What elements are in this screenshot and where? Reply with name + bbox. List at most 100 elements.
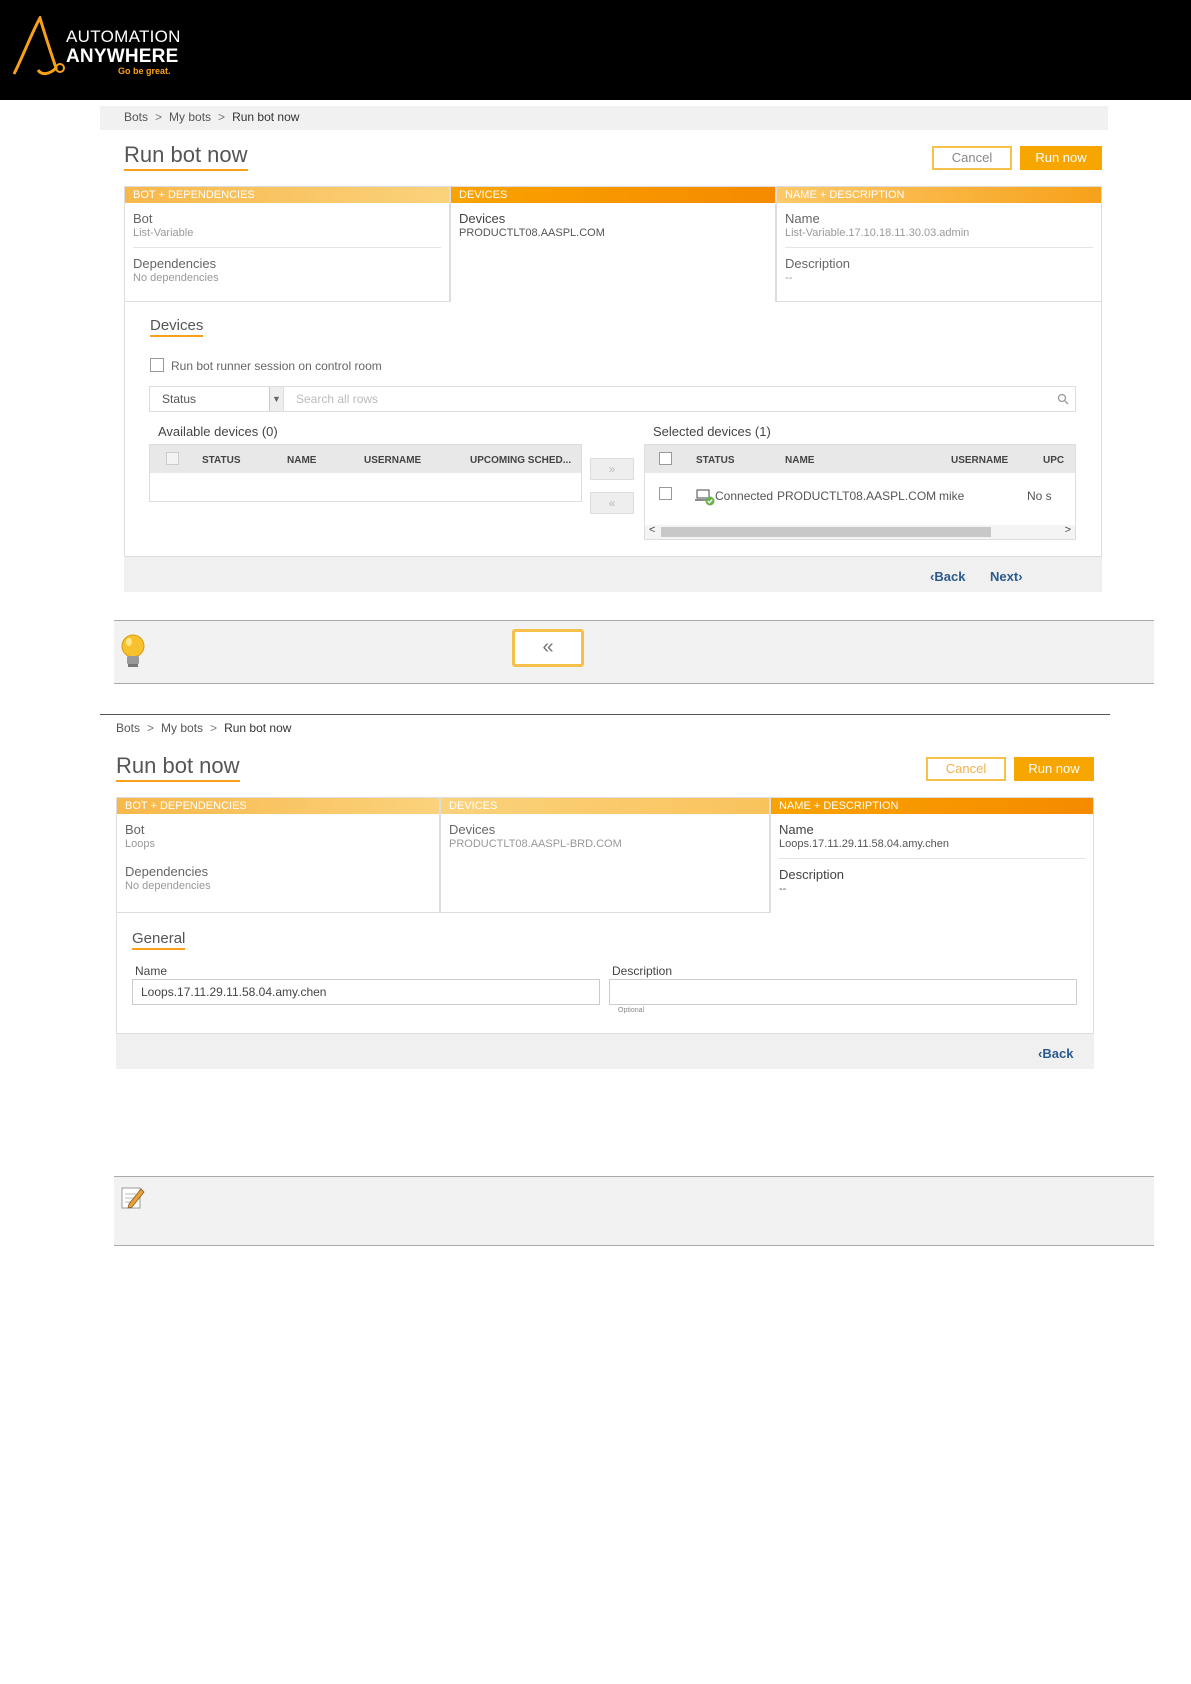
horizontal-scrollbar[interactable]: < > — [645, 524, 1075, 539]
select-all-available-checkbox[interactable] — [166, 452, 179, 465]
note-pencil-icon — [121, 1187, 145, 1209]
scroll-left-icon[interactable]: < — [649, 524, 655, 536]
col-upcoming-schedule[interactable]: UPCOMING SCHED... — [470, 455, 571, 466]
page-title: Run bot now — [116, 753, 240, 782]
row-name: PRODUCTLT08.AASPL.COM — [777, 489, 937, 503]
run-now-button[interactable]: Run now — [1020, 146, 1102, 170]
page-title: Run bot now — [124, 142, 248, 171]
col-username[interactable]: USERNAME — [364, 455, 421, 466]
scroll-right-icon[interactable]: > — [1065, 524, 1071, 536]
select-all-selected-checkbox[interactable] — [659, 452, 672, 465]
tip-box: « — [114, 620, 1154, 684]
devices-label: Devices — [459, 211, 506, 226]
bot-label: Bot — [125, 822, 145, 837]
name-label: Name — [785, 211, 820, 226]
status-filter-select[interactable]: Status ▼ — [150, 387, 284, 411]
description-value: -- — [785, 272, 793, 284]
run-bot-devices-screenshot: Bots > My bots > Run bot now Run bot now Can… — [100, 106, 1108, 596]
step-name-description[interactable]: NAME + DESCRIPTION Name List-Variable.17… — [776, 186, 1102, 302]
note-box — [114, 1176, 1154, 1246]
search-icon[interactable] — [1057, 393, 1069, 405]
row-username: mike — [939, 489, 965, 503]
row-checkbox[interactable] — [659, 487, 672, 500]
table-row[interactable]: Connected PRODUCTLT08.AASPL.COM mike No … — [645, 473, 1075, 523]
table-header: STATUS NAME USERNAME UPCOMING SCHED... — [150, 445, 581, 473]
description-field-label: Description — [612, 964, 673, 978]
move-left-button[interactable]: « — [590, 492, 634, 514]
run-bot-general-screenshot: Bots > My bots > Run bot now Run bot now Can… — [100, 714, 1110, 1074]
col-status[interactable]: STATUS — [202, 455, 241, 466]
name-label: Name — [779, 822, 814, 837]
col-name[interactable]: NAME — [785, 455, 814, 466]
section-title: Devices — [150, 316, 204, 337]
step-devices[interactable]: DEVICES Devices PRODUCTLT08.AASPL.COM — [450, 186, 776, 302]
wizard-footer: ‹Back — [116, 1033, 1094, 1069]
connected-laptop-icon — [695, 489, 715, 506]
step-bot-dependencies[interactable]: BOT + DEPENDENCIES Bot Loops Dependencie… — [116, 797, 440, 913]
step-name-description[interactable]: NAME + DESCRIPTION Name Loops.17.11.29.1… — [770, 797, 1094, 913]
device-filter-bar: Status ▼ Search all rows — [149, 386, 1076, 412]
breadcrumb-current: Run bot now — [224, 721, 292, 735]
scrollbar-thumb[interactable] — [661, 527, 991, 537]
name-field[interactable]: Loops.17.11.29.11.58.04.amy.chen — [132, 979, 600, 1005]
step-header: BOT + DEPENDENCIES — [125, 187, 449, 203]
available-devices-table: STATUS NAME USERNAME UPCOMING SCHED... — [149, 444, 582, 502]
available-devices-title: Available devices (0) — [158, 424, 278, 439]
description-value: -- — [779, 883, 787, 895]
description-field[interactable] — [609, 979, 1077, 1005]
table-header: STATUS NAME USERNAME UPC — [645, 445, 1075, 473]
bot-value: Loops — [125, 838, 155, 850]
name-value: Loops.17.11.29.11.58.04.amy.chen — [779, 838, 950, 850]
description-label: Description — [779, 867, 845, 882]
run-session-checkbox[interactable] — [150, 358, 164, 372]
status-filter-value: Status — [162, 392, 197, 406]
logo-a-icon — [12, 16, 65, 76]
col-status[interactable]: STATUS — [696, 455, 735, 466]
breadcrumb-current: Run bot now — [232, 110, 300, 124]
brand-tagline: Go be great. — [118, 66, 171, 76]
devices-value: PRODUCTLT08.AASPL.COM — [459, 227, 605, 239]
row-status: Connected — [715, 489, 774, 503]
row-upcoming: No s — [1027, 489, 1052, 503]
step-header: BOT + DEPENDENCIES — [117, 798, 439, 814]
step-bot-dependencies[interactable]: BOT + DEPENDENCIES Bot List-Variable Dep… — [124, 186, 450, 302]
lightbulb-icon — [121, 634, 145, 667]
dependencies-label: Dependencies — [125, 864, 209, 879]
description-label: Description — [785, 256, 851, 271]
cancel-button[interactable]: Cancel — [926, 757, 1006, 781]
breadcrumb: Bots > My bots > Run bot now — [100, 106, 1108, 130]
back-link[interactable]: ‹Back — [930, 569, 965, 584]
search-input[interactable]: Search all rows — [296, 392, 378, 406]
selected-devices-title: Selected devices (1) — [653, 424, 771, 439]
wizard-footer: ‹Back Next› — [124, 556, 1102, 592]
dependencies-value: No dependencies — [133, 272, 219, 284]
breadcrumb-bots[interactable]: Bots — [116, 721, 140, 735]
breadcrumb-my-bots[interactable]: My bots — [161, 721, 203, 735]
automation-anywhere-logo: AUTOMATION ANYWHERE Go be great. — [10, 16, 210, 76]
name-value: List-Variable.17.10.18.11.30.03.admin — [785, 227, 970, 239]
run-now-button[interactable]: Run now — [1014, 757, 1094, 781]
step-header: NAME + DESCRIPTION — [777, 187, 1101, 203]
step-devices[interactable]: DEVICES Devices PRODUCTLT08.AASPL-BRD.CO… — [440, 797, 770, 913]
section-title: General — [132, 929, 186, 950]
back-link[interactable]: ‹Back — [1038, 1046, 1073, 1061]
cancel-button[interactable]: Cancel — [932, 146, 1012, 170]
chevron-down-icon: ▼ — [269, 387, 283, 411]
document-header: AUTOMATION ANYWHERE Go be great. — [0, 0, 1191, 100]
breadcrumb-my-bots[interactable]: My bots — [169, 110, 211, 124]
brand-line2: ANYWHERE — [66, 46, 179, 67]
brand-line1: AUTOMATION — [66, 27, 181, 46]
tip-collapse-button[interactable]: « — [512, 629, 584, 667]
step-header: NAME + DESCRIPTION — [771, 798, 1093, 814]
next-link[interactable]: Next› — [990, 569, 1023, 584]
col-username[interactable]: USERNAME — [951, 455, 1008, 466]
selected-devices-table: STATUS NAME USERNAME UPC Connected PRODU… — [644, 444, 1076, 540]
step-header: DEVICES — [451, 187, 775, 203]
col-upcoming[interactable]: UPC — [1043, 455, 1064, 466]
move-right-button[interactable]: » — [590, 458, 634, 480]
breadcrumb-bots[interactable]: Bots — [124, 110, 148, 124]
devices-value: PRODUCTLT08.AASPL-BRD.COM — [449, 838, 622, 850]
optional-hint: Optional — [618, 1007, 645, 1014]
breadcrumb: Bots > My bots > Run bot now — [100, 717, 1110, 741]
col-name[interactable]: NAME — [287, 455, 316, 466]
